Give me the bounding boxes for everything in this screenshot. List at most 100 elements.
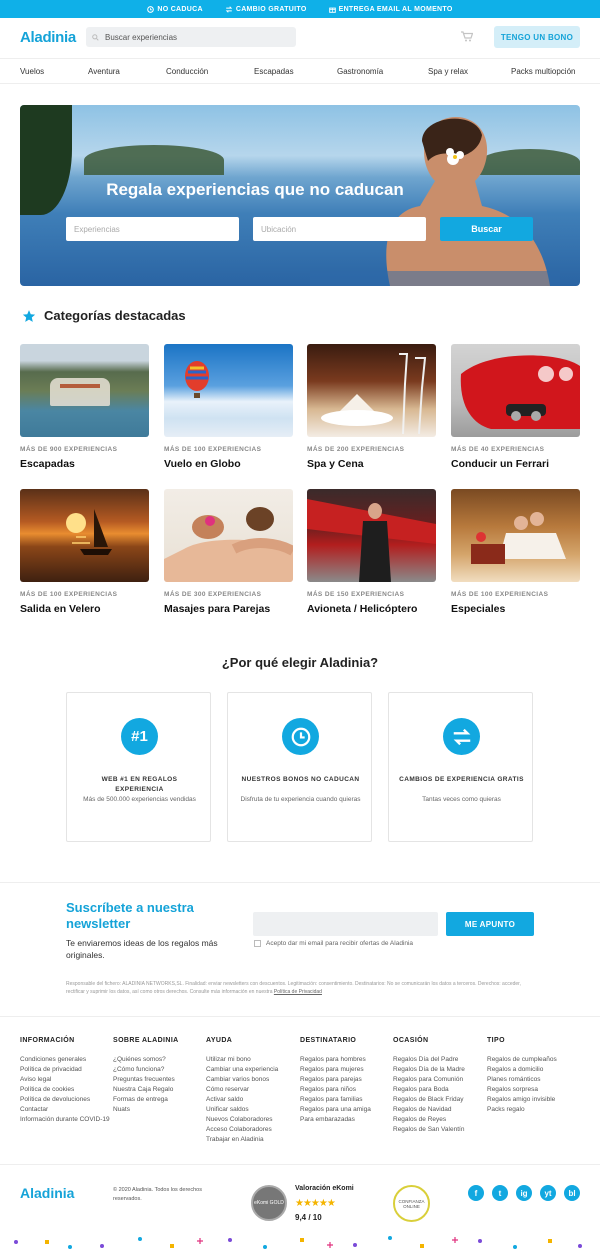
nav-packs[interactable]: Packs multiopción [511, 67, 575, 76]
footer-link[interactable]: Regalos de Black Friday [393, 1095, 465, 1105]
footer-link[interactable]: Regalos amigo invisible [487, 1095, 557, 1105]
blog-icon[interactable]: bl [564, 1185, 580, 1201]
footer-link[interactable]: Regalos de Reyes [393, 1115, 465, 1125]
spa-cena-image [307, 344, 436, 437]
footer-link[interactable]: ¿Quiénes somos? [113, 1055, 179, 1065]
footer-link[interactable]: Utilizar mi bono [206, 1055, 278, 1065]
especiales-image [451, 489, 580, 582]
search-icon [92, 33, 99, 41]
ubicacion-input[interactable]: Ubicación [253, 217, 426, 241]
nav-aventura[interactable]: Aventura [88, 67, 120, 76]
footer-link[interactable]: Regalos Día de la Madre [393, 1065, 465, 1075]
footer-col-title: DESTINATARIO [300, 1037, 357, 1044]
why-box-text: Disfruta de tu experiencia cuando quiera… [240, 796, 361, 803]
twitter-icon[interactable]: t [492, 1185, 508, 1201]
nav-gastronomia[interactable]: Gastronomía [337, 67, 383, 76]
footer-link[interactable]: Nuats [113, 1105, 179, 1115]
footer-link[interactable]: Regalos para parejas [300, 1075, 371, 1085]
footer-col-ayuda: AYUDA Utilizar mi bono Cambiar una exper… [206, 1036, 278, 1145]
instagram-icon[interactable]: ig [516, 1185, 532, 1201]
confianza-online-badge[interactable]: CONFIANZA ONLINE [393, 1185, 430, 1222]
footer-link[interactable]: Cómo reservar [206, 1085, 278, 1095]
footer-link[interactable]: Packs regalo [487, 1105, 557, 1115]
facebook-icon[interactable]: f [468, 1185, 484, 1201]
footer-link[interactable]: Regalos de San Valentín [393, 1125, 465, 1135]
rating-stars: ★★★★★ [295, 1198, 336, 1209]
why-box-title: CAMBIOS DE EXPERIENCIA GRATIS [399, 776, 524, 783]
nav-spa[interactable]: Spa y relax [428, 67, 468, 76]
nav-vuelos[interactable]: Vuelos [20, 67, 44, 76]
me-apunto-button[interactable]: ME APUNTO [446, 912, 534, 936]
search-input[interactable]: Buscar experiencias [86, 27, 296, 47]
footer-link[interactable]: ¿Cómo funciona? [113, 1065, 179, 1075]
why-box-text: Tantas veces como quieras [422, 796, 501, 803]
footer-link[interactable]: Aviso legal [20, 1075, 110, 1085]
swap-icon [225, 5, 233, 13]
buscar-button[interactable]: Buscar [440, 217, 533, 241]
category-card-escapadas[interactable]: MÁS DE 900 EXPERIENCIAS Escapadas [20, 344, 149, 470]
footer-link[interactable]: Trabajar en Aladinia [206, 1135, 278, 1145]
why-box-title: WEB #1 EN REGALOS EXPERIENCIA [101, 776, 178, 793]
footer-link[interactable]: Información durante COVID-19 [20, 1115, 110, 1125]
globo-image [164, 344, 293, 437]
velero-image [20, 489, 149, 582]
footer-link[interactable]: Cambiar varios bonos [206, 1075, 278, 1085]
why-title: ¿Por qué elegir Aladinia? [221, 655, 379, 670]
footer-link[interactable]: Regalos para una amiga [300, 1105, 371, 1115]
ferrari-image [451, 344, 580, 437]
footer-link[interactable]: Regalos para hombres [300, 1055, 371, 1065]
footer-link[interactable]: Regalos para mujeres [300, 1065, 371, 1075]
consent-checkbox[interactable] [254, 940, 261, 947]
footer-link[interactable]: Unificar saldos [206, 1105, 278, 1115]
footer-link[interactable]: Regalos para Comunión [393, 1075, 465, 1085]
footer-link[interactable]: Formas de entrega [113, 1095, 179, 1105]
footer-link[interactable]: Regalos sorpresa [487, 1085, 557, 1095]
category-card-spa-cena[interactable]: MÁS DE 200 EXPERIENCIAS Spa y Cena [307, 344, 436, 470]
tengo-un-bono-button[interactable]: TENGO UN BONO [494, 26, 580, 48]
footer-link[interactable]: Nuevos Colaboradores [206, 1115, 278, 1125]
footer-link[interactable]: Regalos Día del Padre [393, 1055, 465, 1065]
nav-escapadas[interactable]: Escapadas [254, 67, 294, 76]
footer-link[interactable]: Regalos de cumpleaños [487, 1055, 557, 1065]
category-name: Vuelo en Globo [164, 458, 241, 470]
newsletter-consent[interactable]: Acepto dar mi email para recibir ofertas… [254, 940, 413, 947]
footer-col-tipo: TIPO Regalos de cumpleaños Regalos a dom… [487, 1036, 557, 1115]
newsletter-email-field[interactable] [253, 912, 438, 936]
category-card-masajes[interactable]: MÁS DE 300 EXPERIENCIAS Masajes para Par… [164, 489, 293, 615]
search-placeholder: Buscar experiencias [105, 32, 178, 42]
category-card-especiales[interactable]: MÁS DE 100 EXPERIENCIAS Especiales [451, 489, 580, 615]
experiencias-input[interactable]: Experiencias [66, 217, 239, 241]
footer-link[interactable]: Política de privacidad [20, 1065, 110, 1075]
footer-link[interactable]: Condiciones generales [20, 1055, 110, 1065]
cart-icon[interactable] [461, 31, 474, 43]
logo[interactable]: Aladinia [20, 29, 76, 46]
category-card-velero[interactable]: MÁS DE 100 EXPERIENCIAS Salida en Velero [20, 489, 149, 615]
footer-link[interactable]: Regalos de Navidad [393, 1105, 465, 1115]
footer-link[interactable]: Regalos para niños [300, 1085, 371, 1095]
footer-link[interactable]: Para embarazadas [300, 1115, 371, 1125]
youtube-icon[interactable]: yt [540, 1185, 556, 1201]
footer-link[interactable]: Regalos para Boda [393, 1085, 465, 1095]
footer-link[interactable]: Acceso Colaboradores [206, 1125, 278, 1135]
footer-col-title: SOBRE ALADINIA [113, 1037, 179, 1044]
category-card-avioneta[interactable]: MÁS DE 150 EXPERIENCIAS Avioneta / Helic… [307, 489, 436, 615]
category-name: Especiales [451, 603, 506, 615]
footer-link[interactable]: Regalos a domicilio [487, 1065, 557, 1075]
footer-link[interactable]: Cambiar una experiencia [206, 1065, 278, 1075]
footer-link[interactable]: Política de devoluciones [20, 1095, 110, 1105]
footer-col-title: TIPO [487, 1037, 505, 1044]
category-nav: Vuelos Aventura Conducción Escapadas Gas… [0, 58, 600, 84]
category-card-ferrari[interactable]: MÁS DE 40 EXPERIENCIAS Conducir un Ferra… [451, 344, 580, 470]
category-card-globo[interactable]: MÁS DE 100 EXPERIENCIAS Vuelo en Globo [164, 344, 293, 470]
footer-link[interactable]: Activar saldo [206, 1095, 278, 1105]
footer-link[interactable]: Política de cookies [20, 1085, 110, 1095]
footer-link[interactable]: Regalos para familias [300, 1095, 371, 1105]
footer-link[interactable]: Preguntas frecuentes [113, 1075, 179, 1085]
nav-conduccion[interactable]: Conducción [166, 67, 208, 76]
privacy-link[interactable]: Política de Privacidad [274, 989, 322, 995]
ekomi-badge[interactable]: eKomi GOLD [251, 1185, 287, 1221]
footer-link[interactable]: Nuestra Caja Regalo [113, 1085, 179, 1095]
footer-logo[interactable]: Aladinia [20, 1185, 74, 1201]
footer-link[interactable]: Contactar [20, 1105, 110, 1115]
footer-link[interactable]: Planes románticos [487, 1075, 557, 1085]
